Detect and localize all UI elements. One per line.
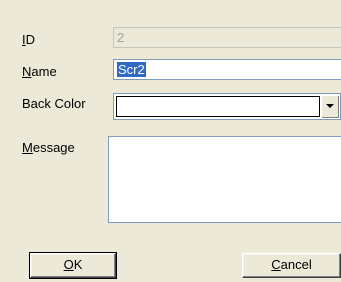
id-value: 2: [117, 30, 125, 45]
id-label: ID: [22, 32, 36, 47]
message-label: Message: [22, 140, 75, 155]
cancel-button[interactable]: Cancel: [242, 253, 341, 278]
message-textarea[interactable]: [108, 136, 341, 223]
name-field[interactable]: Scr2: [113, 59, 341, 80]
back-color-dropdown[interactable]: [113, 93, 341, 120]
name-value: Scr2: [117, 62, 146, 77]
chevron-down-icon: [326, 104, 334, 108]
screen-properties-dialog: ID 2 Name Scr2 Back Color Message OK Can…: [0, 0, 341, 282]
name-label: Name: [22, 64, 57, 79]
dropdown-button[interactable]: [321, 95, 339, 118]
back-color-label: Back Color: [22, 96, 86, 111]
id-field: 2: [113, 27, 341, 48]
ok-button[interactable]: OK: [29, 252, 117, 279]
back-color-swatch: [116, 96, 320, 117]
